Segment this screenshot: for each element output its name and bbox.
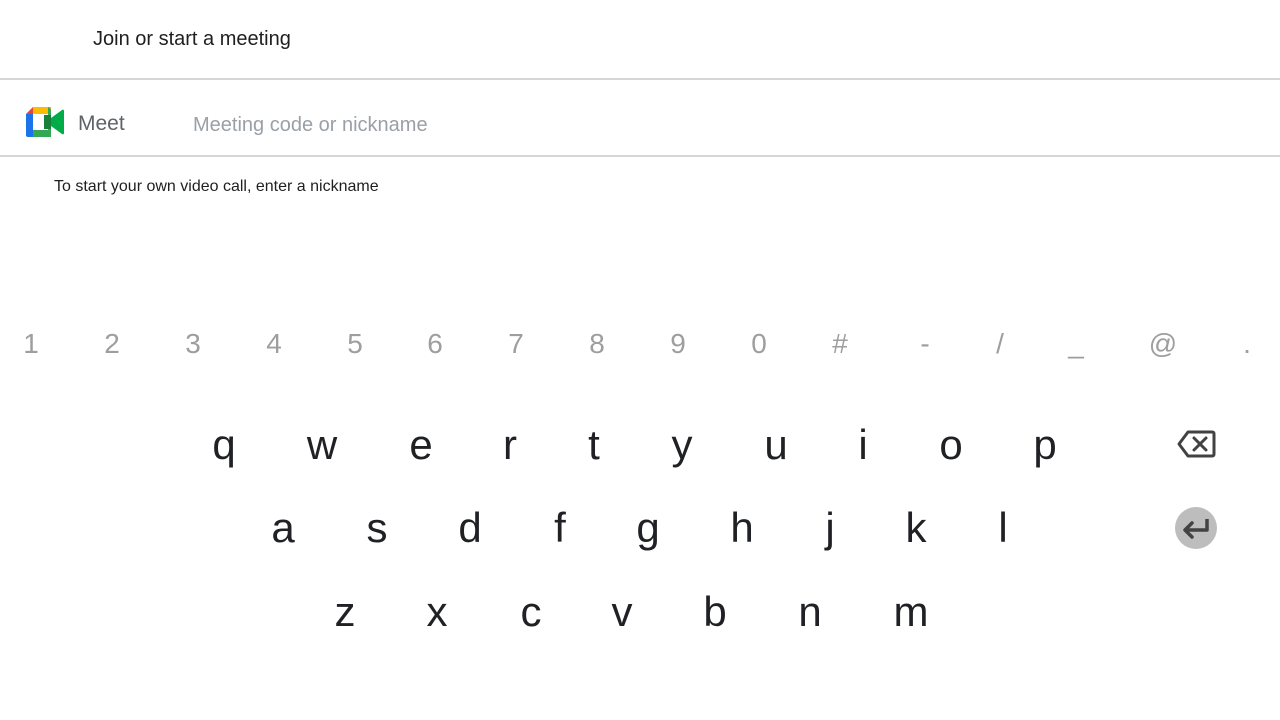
key-2[interactable]: 2 (87, 324, 137, 364)
key-y[interactable]: y (652, 420, 712, 470)
key-r[interactable]: r (480, 420, 540, 470)
key-underscore[interactable]: _ (1051, 324, 1101, 364)
header-bar: Join or start a meeting (0, 0, 1280, 80)
key-q[interactable]: q (194, 420, 254, 470)
key-period[interactable]: . (1222, 324, 1272, 364)
key-e[interactable]: e (391, 420, 451, 470)
enter-icon (1183, 519, 1209, 539)
key-at[interactable]: @ (1138, 324, 1188, 364)
key-x[interactable]: x (407, 587, 467, 637)
meeting-code-input[interactable] (190, 110, 896, 140)
key-3[interactable]: 3 (168, 324, 218, 364)
key-c[interactable]: c (501, 587, 561, 637)
page-title: Join or start a meeting (93, 28, 291, 50)
key-t[interactable]: t (564, 420, 624, 470)
key-d[interactable]: d (440, 503, 500, 553)
key-i[interactable]: i (833, 420, 893, 470)
key-w[interactable]: w (292, 420, 352, 470)
key-7[interactable]: 7 (491, 324, 541, 364)
key-u[interactable]: u (746, 420, 806, 470)
meet-logo-icon (26, 107, 64, 137)
key-o[interactable]: o (921, 420, 981, 470)
key-1[interactable]: 1 (6, 324, 56, 364)
key-h[interactable]: h (712, 503, 772, 553)
key-p[interactable]: p (1015, 420, 1075, 470)
key-s[interactable]: s (347, 503, 407, 553)
key-8[interactable]: 8 (572, 324, 622, 364)
key-m[interactable]: m (881, 587, 941, 637)
key-f[interactable]: f (530, 503, 590, 553)
key-j[interactable]: j (800, 503, 860, 553)
backspace-key[interactable] (1176, 424, 1218, 464)
search-bar: Meet (0, 80, 1280, 157)
key-l[interactable]: l (973, 503, 1033, 553)
enter-key[interactable] (1175, 507, 1217, 549)
key-z[interactable]: z (315, 587, 375, 637)
key-9[interactable]: 9 (653, 324, 703, 364)
hint-text: To start your own video call, enter a ni… (54, 178, 379, 195)
key-0[interactable]: 0 (734, 324, 784, 364)
backspace-icon (1177, 430, 1216, 458)
key-a[interactable]: a (253, 503, 313, 553)
key-v[interactable]: v (592, 587, 652, 637)
key-hash[interactable]: # (815, 324, 865, 364)
key-n[interactable]: n (780, 587, 840, 637)
key-dash[interactable]: - (900, 324, 950, 364)
key-6[interactable]: 6 (410, 324, 460, 364)
app-name: Meet (78, 112, 125, 135)
key-k[interactable]: k (886, 503, 946, 553)
key-b[interactable]: b (685, 587, 745, 637)
key-4[interactable]: 4 (249, 324, 299, 364)
key-5[interactable]: 5 (330, 324, 380, 364)
key-g[interactable]: g (618, 503, 678, 553)
key-slash[interactable]: / (975, 324, 1025, 364)
